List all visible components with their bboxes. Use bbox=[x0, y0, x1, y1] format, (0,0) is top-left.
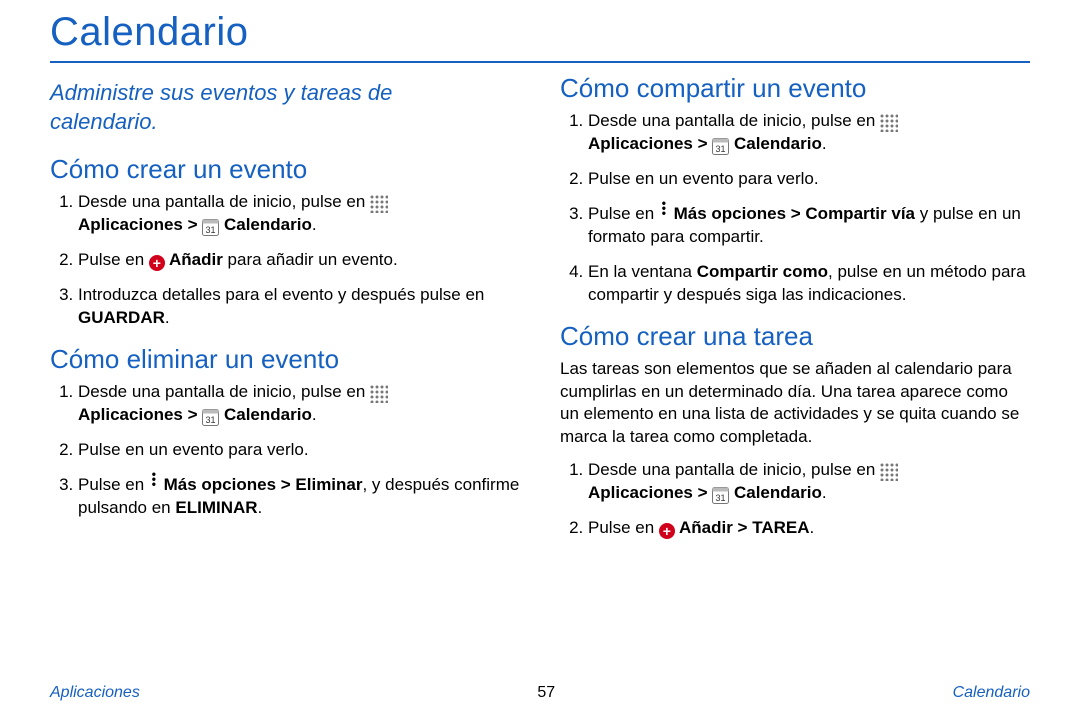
apps-grid-icon bbox=[880, 463, 898, 481]
calendar-icon: 31 bbox=[712, 138, 729, 155]
list-item: Pulse en ••• Más opciones > Compartir ví… bbox=[588, 203, 1030, 249]
bold-text: Más opciones > Compartir vía bbox=[669, 204, 915, 223]
more-options-icon: ••• bbox=[149, 472, 159, 486]
step-text: Pulse en bbox=[78, 475, 149, 494]
step-text: para añadir un evento. bbox=[223, 250, 398, 269]
step-text: Desde una pantalla de inicio, pulse en bbox=[78, 192, 370, 211]
bold-text: Más opciones > Eliminar bbox=[159, 475, 363, 494]
steps-share-event: Desde una pantalla de inicio, pulse en A… bbox=[560, 110, 1030, 307]
svg-text:31: 31 bbox=[716, 493, 726, 503]
bold-text: Calendario bbox=[729, 134, 822, 153]
step-text: . bbox=[810, 518, 815, 537]
bold-text: GUARDAR bbox=[78, 308, 165, 327]
bold-text: Añadir > TAREA bbox=[675, 518, 810, 537]
list-item: Pulse en un evento para verlo. bbox=[78, 439, 520, 462]
page-title: Calendario bbox=[50, 10, 1030, 55]
step-text: . bbox=[312, 215, 317, 234]
content-columns: Administre sus eventos y tareas de calen… bbox=[50, 73, 1030, 552]
bold-text: ELIMINAR bbox=[175, 498, 257, 517]
step-text: Pulse en bbox=[588, 518, 659, 537]
bold-text: Añadir bbox=[165, 250, 223, 269]
step-text: Desde una pantalla de inicio, pulse en bbox=[588, 111, 880, 130]
bold-text: Aplicaciones > bbox=[78, 215, 202, 234]
calendar-icon: 31 bbox=[202, 409, 219, 426]
list-item: Pulse en ••• Más opciones > Eliminar, y … bbox=[78, 474, 520, 520]
step-text: Pulse en bbox=[588, 204, 659, 223]
footer-left: Aplicaciones bbox=[50, 684, 140, 702]
bold-text: Aplicaciones > bbox=[588, 134, 712, 153]
steps-create-task: Desde una pantalla de inicio, pulse en A… bbox=[560, 459, 1030, 540]
step-text: Pulse en bbox=[78, 250, 149, 269]
step-text: . bbox=[258, 498, 263, 517]
step-text: . bbox=[165, 308, 170, 327]
list-item: Desde una pantalla de inicio, pulse en A… bbox=[588, 110, 1030, 156]
more-options-icon: ••• bbox=[659, 201, 669, 215]
section-create-event: Cómo crear un evento bbox=[50, 154, 520, 185]
list-item: Pulse en + Añadir > TAREA. bbox=[588, 517, 1030, 540]
svg-text:31: 31 bbox=[206, 225, 216, 235]
bold-text: Calendario bbox=[219, 405, 312, 424]
step-text: En la ventana bbox=[588, 262, 697, 281]
list-item: Introduzca detalles para el evento y des… bbox=[78, 284, 520, 330]
calendar-icon: 31 bbox=[712, 487, 729, 504]
steps-delete-event: Desde una pantalla de inicio, pulse en A… bbox=[50, 381, 520, 520]
list-item: Pulse en un evento para verlo. bbox=[588, 168, 1030, 191]
bold-text: Calendario bbox=[219, 215, 312, 234]
page-footer: Aplicaciones 57 Calendario bbox=[50, 684, 1030, 702]
steps-create-event: Desde una pantalla de inicio, pulse en A… bbox=[50, 191, 520, 330]
list-item: Desde una pantalla de inicio, pulse en A… bbox=[78, 381, 520, 427]
step-text: Introduzca detalles para el evento y des… bbox=[78, 285, 484, 304]
step-text: . bbox=[822, 134, 827, 153]
bold-text: Calendario bbox=[729, 483, 822, 502]
task-intro-text: Las tareas son elementos que se añaden a… bbox=[560, 358, 1030, 450]
list-item: Desde una pantalla de inicio, pulse en A… bbox=[78, 191, 520, 237]
step-text: Desde una pantalla de inicio, pulse en bbox=[78, 382, 370, 401]
apps-grid-icon bbox=[370, 195, 388, 213]
right-column: Cómo compartir un evento Desde una panta… bbox=[560, 73, 1030, 552]
left-column: Administre sus eventos y tareas de calen… bbox=[50, 73, 520, 552]
step-text: . bbox=[312, 405, 317, 424]
step-text: . bbox=[822, 483, 827, 502]
add-plus-icon: + bbox=[659, 523, 675, 539]
bold-text: Aplicaciones > bbox=[588, 483, 712, 502]
svg-text:31: 31 bbox=[206, 415, 216, 425]
section-delete-event: Cómo eliminar un evento bbox=[50, 344, 520, 375]
list-item: En la ventana Compartir como, pulse en u… bbox=[588, 261, 1030, 307]
page-subtitle: Administre sus eventos y tareas de calen… bbox=[50, 79, 490, 136]
footer-page-number: 57 bbox=[537, 684, 555, 702]
bold-text: Compartir como bbox=[697, 262, 828, 281]
calendar-icon: 31 bbox=[202, 219, 219, 236]
list-item: Desde una pantalla de inicio, pulse en A… bbox=[588, 459, 1030, 505]
section-share-event: Cómo compartir un evento bbox=[560, 73, 1030, 104]
apps-grid-icon bbox=[880, 114, 898, 132]
bold-text: Aplicaciones > bbox=[78, 405, 202, 424]
list-item: Pulse en + Añadir para añadir un evento. bbox=[78, 249, 520, 272]
document-page: Calendario Administre sus eventos y tare… bbox=[0, 0, 1080, 720]
svg-text:31: 31 bbox=[716, 144, 726, 154]
add-plus-icon: + bbox=[149, 255, 165, 271]
step-text: Desde una pantalla de inicio, pulse en bbox=[588, 460, 880, 479]
apps-grid-icon bbox=[370, 385, 388, 403]
footer-right: Calendario bbox=[953, 684, 1030, 702]
title-divider bbox=[50, 61, 1030, 63]
section-create-task: Cómo crear una tarea bbox=[560, 321, 1030, 352]
